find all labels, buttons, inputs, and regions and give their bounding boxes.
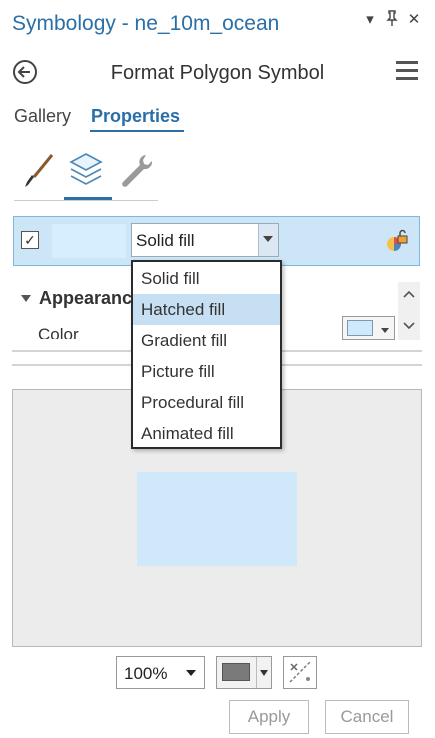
pane-options-button[interactable]: ▾ — [361, 10, 379, 28]
chevron-down-icon — [263, 236, 273, 242]
pin-icon[interactable] — [383, 10, 401, 30]
preview-polygon — [137, 472, 297, 566]
fill-type-value: Solid fill — [136, 231, 195, 250]
grid-toggle-button[interactable] — [283, 656, 317, 689]
layer-visibility-checkbox[interactable]: ✓ — [21, 231, 39, 249]
page-title: Format Polygon Symbol — [110, 62, 325, 84]
appearance-header[interactable]: Appearanc — [39, 288, 132, 309]
tab-properties[interactable]: Properties — [91, 106, 180, 127]
collapse-triangle-icon[interactable] — [21, 295, 31, 302]
zoom-value: 100% — [124, 664, 168, 683]
tab-active-indicator — [90, 130, 184, 132]
lock-icon[interactable] — [385, 229, 409, 253]
wrench-icon[interactable] — [118, 152, 154, 188]
dropdown-option-hatched-fill[interactable]: Hatched fill — [133, 294, 280, 325]
scrollbar[interactable] — [398, 282, 420, 340]
background-color-swatch — [222, 663, 250, 681]
window-title: Symbology - ne_10m_ocean — [12, 12, 280, 35]
layers-icon[interactable] — [66, 150, 106, 190]
close-button[interactable]: ✕ — [405, 10, 423, 28]
divider — [256, 657, 257, 688]
menu-icon[interactable] — [396, 61, 418, 81]
color-label: Color — [38, 325, 79, 339]
chevron-down-icon — [381, 328, 389, 333]
dropdown-option-procedural-fill[interactable]: Procedural fill — [133, 387, 280, 418]
layer-fill-swatch — [52, 224, 126, 258]
chevron-down-icon — [186, 670, 196, 676]
cancel-button[interactable]: Cancel — [325, 700, 409, 734]
icon-tab-indicator — [64, 197, 112, 200]
tab-gallery[interactable]: Gallery — [14, 106, 71, 127]
color-swatch — [347, 320, 373, 336]
paintbrush-icon[interactable] — [22, 152, 56, 188]
dropdown-option-picture-fill[interactable]: Picture fill — [133, 356, 280, 387]
dropdown-option-gradient-fill[interactable]: Gradient fill — [133, 325, 280, 356]
fill-type-dropdown-list: Solid fill Hatched fill Gradient fill Pi… — [131, 260, 282, 449]
chevron-down-icon — [260, 670, 268, 676]
apply-button[interactable]: Apply — [229, 700, 309, 734]
dropdown-option-solid-fill[interactable]: Solid fill — [133, 263, 280, 294]
dropdown-option-animated-fill[interactable]: Animated fill — [133, 418, 280, 449]
icon-tabs-divider — [14, 200, 158, 201]
